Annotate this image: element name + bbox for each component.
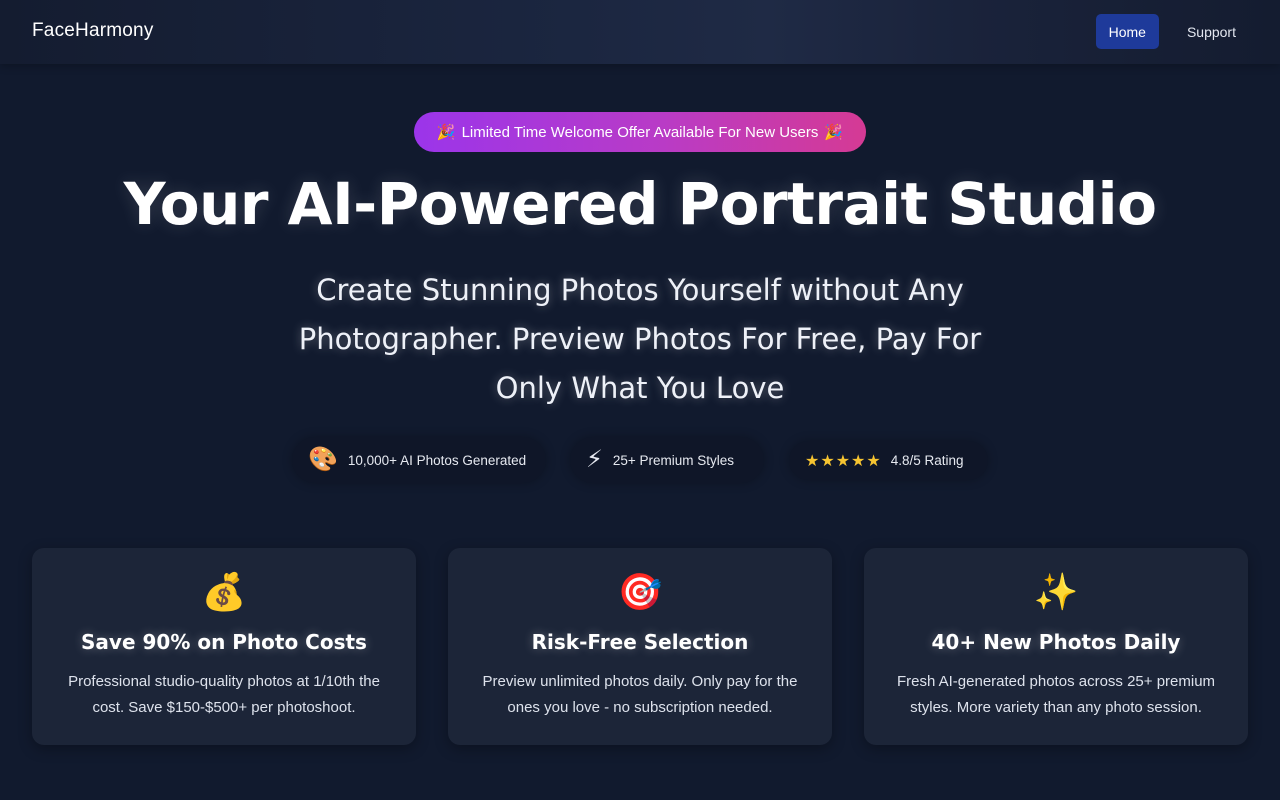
page-subtitle: Create Stunning Photos Yourself without …: [298, 273, 982, 405]
money-bag-icon: 💰: [201, 571, 247, 612]
feature-card-savings: 💰 Save 90% on Photo Costs Professional s…: [32, 548, 416, 745]
stat-label: 10,000+ AI Photos Generated: [347, 452, 527, 468]
promo-text: Limited Time Welcome Offer Available For…: [461, 123, 819, 141]
stat-label: 25+ Premium Styles: [612, 452, 735, 468]
party-popper-icon: 🎉: [436, 124, 456, 141]
feature-description: Fresh AI-generated photos across 25+ pre…: [896, 673, 1216, 716]
stat-badge-photos: 🎨 10,000+ AI Photos Generated: [292, 437, 546, 483]
party-popper-icon: 🎉: [824, 124, 844, 141]
stars-icon: ★★★★★: [805, 452, 882, 470]
promo-banner[interactable]: 🎉 Limited Time Welcome Offer Available F…: [414, 112, 866, 152]
feature-description: Professional studio-quality photos at 1/…: [68, 673, 380, 716]
feature-card-risk-free: 🎯 Risk-Free Selection Preview unlimited …: [448, 548, 832, 745]
page: FaceHarmony Home Support 🎉 Limited Time …: [0, 0, 1280, 800]
navbar: FaceHarmony Home Support: [0, 0, 1280, 64]
feature-card-daily-photos: ✨ 40+ New Photos Daily Fresh AI-generate…: [864, 548, 1248, 745]
stat-badge-styles: ⚡ 25+ Premium Styles: [570, 437, 764, 483]
feature-title: Risk-Free Selection: [531, 630, 749, 654]
nav-home-link[interactable]: Home: [1095, 14, 1159, 49]
sparkles-icon: ✨: [1033, 571, 1079, 612]
target-icon: 🎯: [617, 571, 663, 612]
palette-icon: 🎨: [308, 446, 338, 473]
page-title: Your AI-Powered Portrait Studio: [123, 170, 1157, 238]
feature-title: Save 90% on Photo Costs: [81, 630, 367, 654]
stat-badge-rating: ★★★★★ 4.8/5 Rating: [789, 441, 988, 480]
stat-label: 4.8/5 Rating: [890, 453, 964, 468]
nav-support-link[interactable]: Support: [1171, 14, 1252, 49]
lightning-icon: ⚡: [586, 446, 603, 473]
feature-title: 40+ New Photos Daily: [931, 630, 1181, 654]
nav-links: Home Support: [1095, 14, 1252, 49]
brand-logo[interactable]: FaceHarmony: [32, 20, 154, 42]
feature-description: Preview unlimited photos daily. Only pay…: [482, 673, 798, 716]
